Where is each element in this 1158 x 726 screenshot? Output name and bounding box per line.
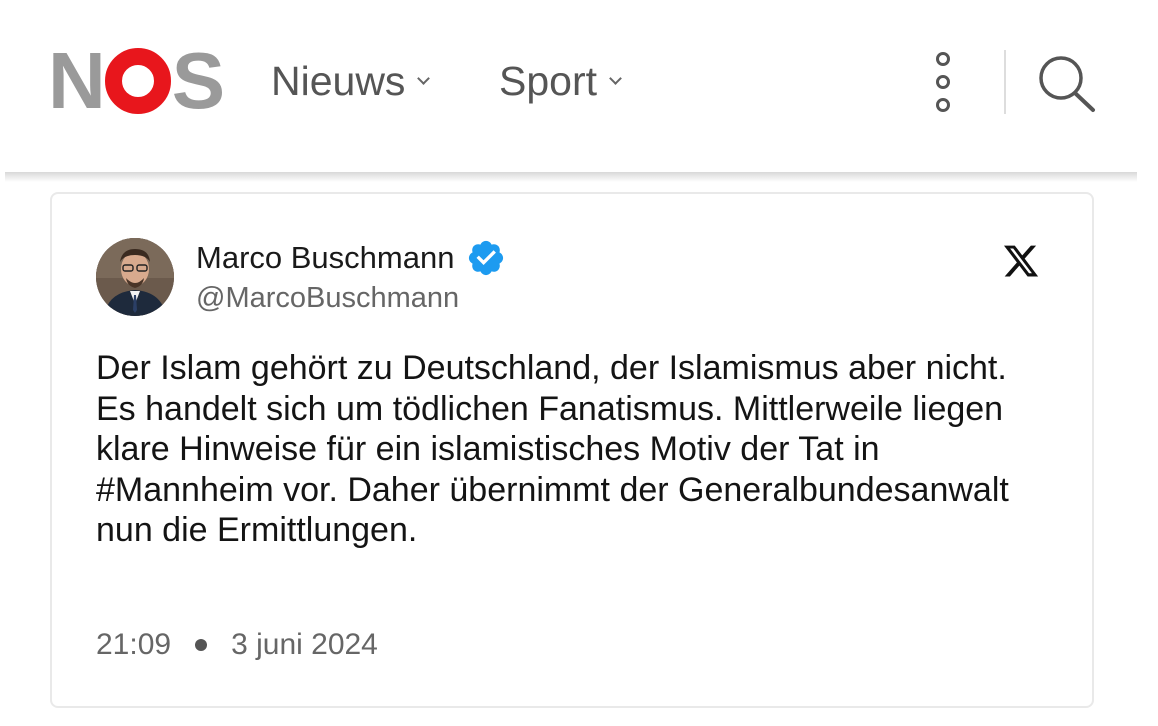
tweet-embed-card[interactable]: Marco Buschmann @MarcoBuschmann Der Isla… [50,192,1094,708]
more-vertical-icon[interactable] [930,52,956,112]
more-dot [936,98,950,112]
x-logo-icon[interactable] [1002,242,1040,280]
header-divider [1004,50,1006,114]
chevron-down-icon [417,71,431,85]
logo-letter-n: N [48,36,106,125]
logo-letter-o: O [104,48,171,114]
header-shadow [5,172,1137,182]
tweet-date[interactable]: 3 juni 2024 [231,628,378,662]
more-dot [936,52,950,66]
nos-logo[interactable]: N O S [48,41,225,121]
avatar[interactable] [96,238,174,316]
tweet-meta: 21:09 3 juni 2024 [96,628,378,662]
page: N O S Nieuws Sport [0,0,1158,726]
more-dot [936,75,950,89]
site-header: N O S Nieuws Sport [0,0,1158,170]
search-icon[interactable] [1036,53,1098,113]
chevron-down-icon [609,71,622,85]
author-name-label: Marco Buschmann [196,240,455,275]
verified-badge-icon [466,238,506,278]
logo-letter-s: S [171,36,225,125]
separator-dot [195,639,208,651]
nav-item-label: Nieuws [271,57,406,104]
author-handle[interactable]: @MarcoBuschmann [196,282,459,315]
nav-item-label: Sport [499,57,597,104]
nav-item-sport[interactable]: Sport [499,57,622,104]
tweet-text: Der Islam gehört zu Deutschland, der Isl… [96,349,1009,549]
nav-item-nieuws[interactable]: Nieuws [271,57,431,104]
author-name[interactable]: Marco Buschmann [196,238,506,278]
tweet-time[interactable]: 21:09 [96,628,171,662]
